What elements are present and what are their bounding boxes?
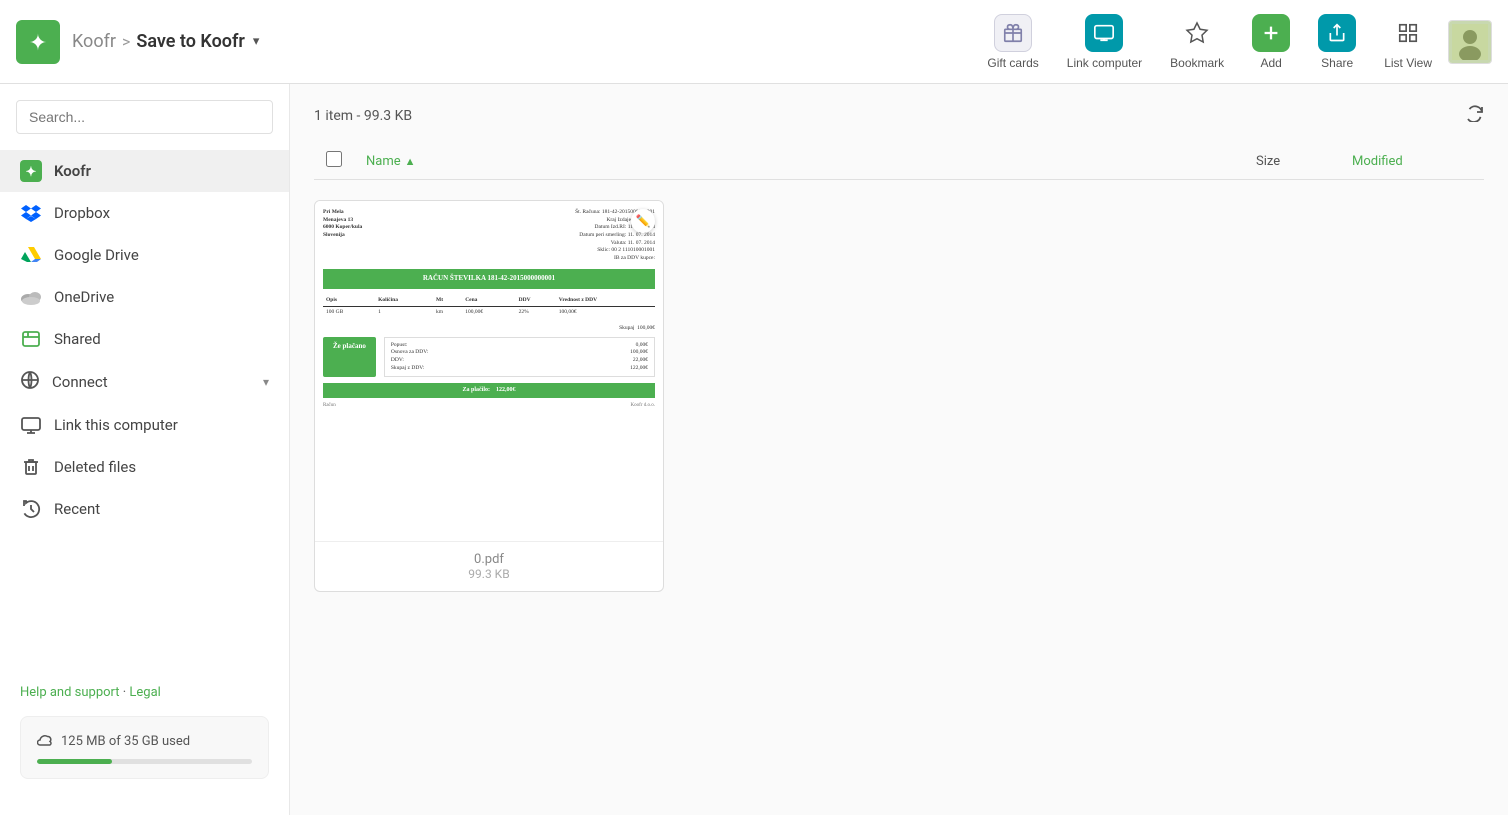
link-icon: [1085, 14, 1123, 52]
connect-label: Connect: [52, 373, 108, 391]
sidebar-googledrive-label: Google Drive: [54, 246, 139, 264]
header-left: ✦ Koofr > Save to Koofr ▾: [16, 20, 259, 64]
sidebar-footer: Help and support · Legal 125 MB of 35 GB…: [0, 665, 289, 799]
invoice-summary: Popust:0,00€ Osnova za DDV:100,00€ DDV:2…: [384, 337, 655, 378]
share-icon: [1318, 14, 1356, 52]
file-card[interactable]: Pri MelaMenajeva 136000 Koper/kulaSloven…: [314, 200, 664, 592]
sidebar-item-dropbox[interactable]: Dropbox: [0, 192, 289, 234]
connect-left: Connect: [20, 370, 108, 394]
search-input[interactable]: [16, 100, 273, 134]
breadcrumb-current: Save to Koofr: [136, 31, 245, 52]
invoice-title: RAČUN ŠTEVILKA 181-42-2015000000001: [323, 269, 655, 289]
file-name: 0.pdf: [327, 552, 651, 567]
share-button[interactable]: Share: [1306, 6, 1368, 78]
shared-icon: [20, 328, 42, 350]
legal-link[interactable]: Legal: [129, 685, 160, 700]
link-computer-button[interactable]: Link computer: [1055, 6, 1154, 78]
onedrive-icon: [20, 286, 42, 308]
sidebar-deleted-label: Deleted files: [54, 458, 136, 476]
add-label: Add: [1261, 56, 1282, 70]
list-view-icon: [1389, 14, 1427, 52]
storage-bar-fill: [37, 759, 112, 764]
deleted-icon: [20, 456, 42, 478]
add-icon: [1252, 14, 1290, 52]
sidebar-link-computer-label: Link this computer: [54, 416, 178, 434]
modified-column-header[interactable]: Modified: [1352, 154, 1472, 169]
content-area: 1 item - 99.3 KB Name ▲ Size Modified: [290, 84, 1508, 815]
koofr-nav-icon: ✦: [20, 160, 42, 182]
storage-label: 125 MB of 35 GB used: [37, 731, 252, 751]
storage-bar: [37, 759, 252, 764]
gift-cards-button[interactable]: Gift cards: [975, 6, 1050, 78]
bookmark-icon: [1178, 14, 1216, 52]
gift-icon: [994, 14, 1032, 52]
storage-widget: 125 MB of 35 GB used: [20, 716, 269, 779]
breadcrumb: Koofr > Save to Koofr ▾: [72, 31, 259, 52]
app-header: ✦ Koofr > Save to Koofr ▾ Gift cards: [0, 0, 1508, 84]
sidebar-dropbox-label: Dropbox: [54, 204, 110, 222]
invoice-content: Pri MelaMenajeva 136000 Koper/kulaSloven…: [315, 201, 663, 541]
refresh-button[interactable]: [1466, 104, 1484, 127]
sidebar-item-shared[interactable]: Shared: [0, 318, 289, 360]
sidebar-item-koofr[interactable]: ✦ Koofr: [0, 150, 289, 192]
google-drive-icon: [20, 244, 42, 266]
sidebar-koofr-label: Koofr: [54, 162, 91, 180]
file-size: 99.3 KB: [327, 567, 651, 581]
size-column-header: Size: [1256, 154, 1336, 169]
name-column-header[interactable]: Name ▲: [366, 154, 1240, 169]
invoice-table: OpisKoličinaMtCenaDDVVrednost z DDV 100 …: [323, 295, 655, 319]
paid-label: Že plačano: [323, 337, 376, 378]
list-view-label: List View: [1384, 56, 1432, 70]
share-label: Share: [1321, 56, 1353, 70]
add-button[interactable]: Add: [1240, 6, 1302, 78]
recent-icon: [20, 498, 42, 520]
file-info: 0.pdf 99.3 KB: [315, 541, 663, 591]
sidebar-recent-label: Recent: [54, 500, 100, 518]
sidebar-item-link-computer[interactable]: Link this computer: [0, 404, 289, 446]
list-view-button[interactable]: List View: [1372, 6, 1444, 78]
header-actions: Gift cards Link computer Bookmark: [975, 6, 1492, 78]
select-all-checkbox[interactable]: [326, 151, 350, 171]
gift-cards-label: Gift cards: [987, 56, 1038, 70]
main-layout: ✦ Koofr Dropbox Google Drive: [0, 84, 1508, 815]
help-support-link[interactable]: Help and support: [20, 685, 120, 700]
sidebar-item-onedrive[interactable]: OneDrive: [0, 276, 289, 318]
file-list-header: Name ▲ Size Modified: [314, 143, 1484, 180]
svg-text:✦: ✦: [26, 165, 37, 180]
bookmark-label: Bookmark: [1170, 56, 1224, 70]
dropbox-icon: [20, 202, 42, 224]
sidebar-item-google-drive[interactable]: Google Drive: [0, 234, 289, 276]
breadcrumb-separator: >: [122, 32, 130, 51]
sidebar-item-recent[interactable]: Recent: [0, 488, 289, 530]
cloud-icon: [37, 731, 53, 751]
items-count: 1 item - 99.3 KB: [314, 108, 412, 124]
footer-separator: ·: [123, 685, 126, 700]
koofr-logo[interactable]: ✦: [16, 20, 60, 64]
footer-links: Help and support · Legal: [20, 685, 269, 700]
link-computer-label: Link computer: [1067, 56, 1142, 70]
file-preview: Pri MelaMenajeva 136000 Koper/kulaSloven…: [315, 201, 663, 541]
breadcrumb-dropdown-arrow[interactable]: ▾: [253, 34, 260, 49]
invoice-total: Za plačilo: 122,00€: [323, 383, 655, 397]
svg-text:✦: ✦: [29, 31, 47, 56]
link-computer-icon: [20, 414, 42, 436]
file-grid: Pri MelaMenajeva 136000 Koper/kulaSloven…: [314, 192, 1484, 600]
sidebar-shared-label: Shared: [54, 330, 101, 348]
content-header: 1 item - 99.3 KB: [314, 104, 1484, 127]
avatar-image: [1449, 21, 1491, 63]
edit-file-button[interactable]: ✏️: [631, 209, 655, 233]
user-avatar[interactable]: [1448, 20, 1492, 64]
sidebar-item-deleted[interactable]: Deleted files: [0, 446, 289, 488]
connect-icon: [20, 370, 40, 394]
bookmark-button[interactable]: Bookmark: [1158, 6, 1236, 78]
sidebar: ✦ Koofr Dropbox Google Drive: [0, 84, 290, 815]
sidebar-onedrive-label: OneDrive: [54, 288, 114, 306]
storage-text: 125 MB of 35 GB used: [61, 734, 190, 749]
connect-chevron-icon: ▾: [263, 375, 269, 389]
invoice-footer: Račun Koofr d.o.o.: [323, 402, 655, 409]
sidebar-item-connect[interactable]: Connect ▾: [0, 360, 289, 404]
breadcrumb-root[interactable]: Koofr: [72, 31, 116, 52]
